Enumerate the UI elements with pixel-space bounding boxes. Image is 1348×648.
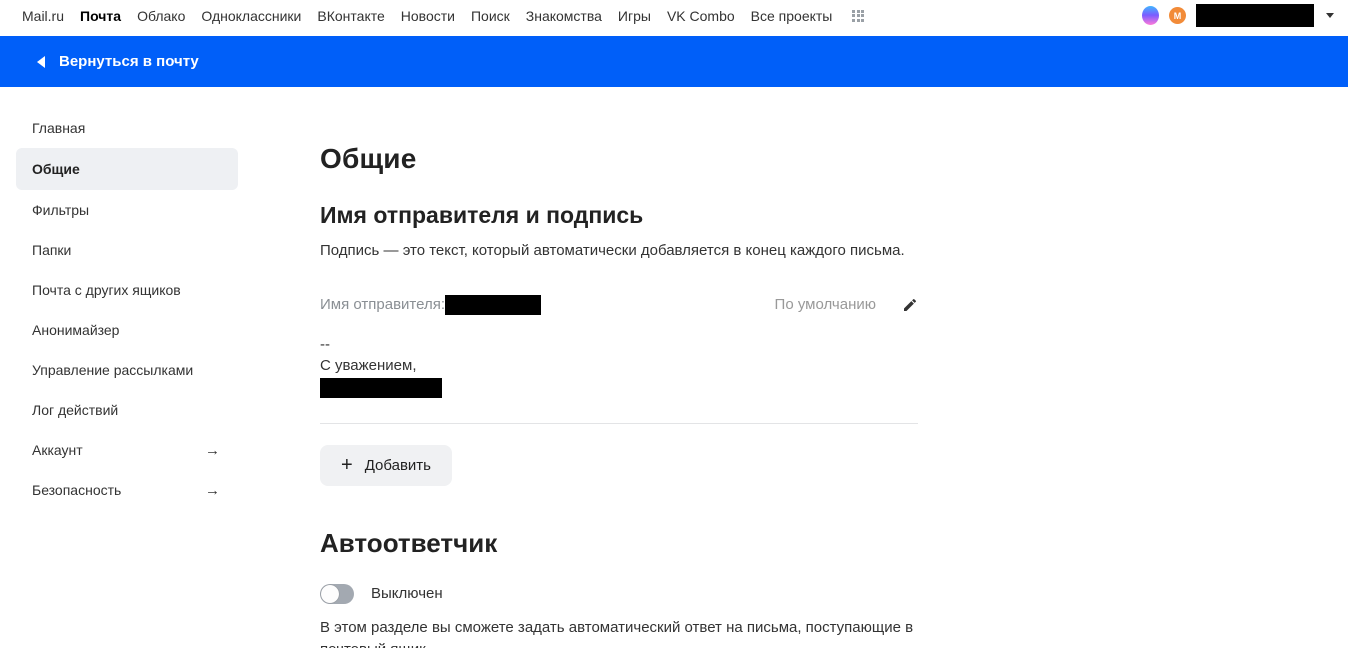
toggle-knob xyxy=(321,585,339,603)
signature-line-dashes: -- xyxy=(320,334,918,355)
nav-znakomstva[interactable]: Знакомства xyxy=(526,8,602,24)
nav-vk-combo[interactable]: VK Combo xyxy=(667,8,735,24)
sidebar-item-label: Управление рассылками xyxy=(32,362,193,378)
add-signature-button[interactable]: + Добавить xyxy=(320,445,452,486)
nav-mailru[interactable]: Mail.ru xyxy=(22,8,64,24)
nav-odnoklassniki[interactable]: Одноклассники xyxy=(201,8,301,24)
sidebar-item-papki[interactable]: Папки xyxy=(0,230,238,270)
default-badge: По умолчанию xyxy=(775,296,876,313)
sender-section-title: Имя отправителя и подпись xyxy=(320,202,918,229)
sidebar-item-label: Общие xyxy=(32,161,80,177)
add-button-label: Добавить xyxy=(365,457,431,474)
back-label: Вернуться в почту xyxy=(59,53,199,70)
sidebar-item-obshchie[interactable]: Общие xyxy=(16,148,238,190)
signature-block: -- С уважением, xyxy=(320,334,918,404)
autoresponder-state-label: Выключен xyxy=(371,585,443,602)
sender-name-redacted xyxy=(445,295,541,315)
nav-igry[interactable]: Игры xyxy=(618,8,651,24)
portal-topbar: Mail.ru Почта Облако Одноклассники ВКонт… xyxy=(0,0,1348,31)
arrow-right-icon: → xyxy=(205,482,220,499)
sidebar-item-upravlenie-rassylkami[interactable]: Управление рассылками xyxy=(0,350,238,390)
edit-pencil-icon[interactable] xyxy=(902,297,918,313)
nav-oblako[interactable]: Облако xyxy=(137,8,185,24)
back-to-mail-button[interactable]: Вернуться в почту xyxy=(37,53,199,70)
sidebar-item-label: Анонимайзер xyxy=(32,322,119,338)
nav-vkontakte[interactable]: ВКонтакте xyxy=(317,8,384,24)
sidebar-item-label: Безопасность xyxy=(32,482,121,498)
sidebar-item-pochta-s-drugih[interactable]: Почта с других ящиков xyxy=(0,270,238,310)
messenger-icon[interactable] xyxy=(1142,6,1159,25)
topbar-account-area: M xyxy=(1142,4,1334,27)
sidebar-item-label: Папки xyxy=(32,242,71,258)
autoresponder-description: В этом разделе вы сможете задать автомат… xyxy=(320,617,918,648)
nav-poisk[interactable]: Поиск xyxy=(471,8,510,24)
settings-sidebar: Главная Общие Фильтры Папки Почта с друг… xyxy=(0,87,320,648)
autoresponder-section-title: Автоответчик xyxy=(320,528,918,559)
sidebar-item-label: Главная xyxy=(32,120,85,136)
arrow-right-icon: → xyxy=(205,442,220,459)
sidebar-item-label: Фильтры xyxy=(32,202,89,218)
settings-banner: Вернуться в почту xyxy=(0,36,1348,87)
mail-avatar-icon[interactable]: M xyxy=(1169,7,1186,24)
sidebar-item-label: Лог действий xyxy=(32,402,118,418)
nav-vse-proekty[interactable]: Все проекты xyxy=(751,8,833,24)
sidebar-item-bezopasnost[interactable]: Безопасность → xyxy=(0,470,238,510)
sidebar-item-anonimayzer[interactable]: Анонимайзер xyxy=(0,310,238,350)
section-divider xyxy=(320,423,918,424)
sidebar-item-akkaunt[interactable]: Аккаунт → xyxy=(0,430,238,470)
plus-icon: + xyxy=(341,455,353,475)
sidebar-item-filtry[interactable]: Фильтры xyxy=(0,190,238,230)
sender-name-group: Имя отправителя: xyxy=(320,295,541,315)
autoresponder-toggle[interactable] xyxy=(320,584,354,604)
sidebar-item-label: Почта с других ящиков xyxy=(32,282,181,298)
account-email-redacted[interactable] xyxy=(1196,4,1314,27)
portal-links: Mail.ru Почта Облако Одноклассники ВКонт… xyxy=(22,8,864,24)
nav-novosti[interactable]: Новости xyxy=(401,8,455,24)
sender-actions: По умолчанию xyxy=(775,296,918,313)
signature-line-regards: С уважением, xyxy=(320,355,918,376)
apps-grid-icon[interactable] xyxy=(852,10,864,22)
sender-section-description: Подпись — это текст, который автоматичес… xyxy=(320,240,918,262)
sidebar-item-log-deystviy[interactable]: Лог действий xyxy=(0,390,238,430)
sidebar-item-glavnaya[interactable]: Главная xyxy=(0,108,238,148)
sidebar-item-label: Аккаунт xyxy=(32,442,83,458)
autoresponder-toggle-row: Выключен xyxy=(320,584,918,604)
caret-down-icon[interactable] xyxy=(1326,13,1334,18)
sender-row: Имя отправителя: По умолчанию xyxy=(320,295,918,315)
sender-name-label: Имя отправителя: xyxy=(320,296,445,313)
back-arrow-icon xyxy=(37,56,45,68)
signature-name-redacted xyxy=(320,378,442,398)
page-title: Общие xyxy=(320,143,918,175)
nav-pochta[interactable]: Почта xyxy=(80,8,121,24)
settings-main: Общие Имя отправителя и подпись Подпись … xyxy=(320,87,918,648)
